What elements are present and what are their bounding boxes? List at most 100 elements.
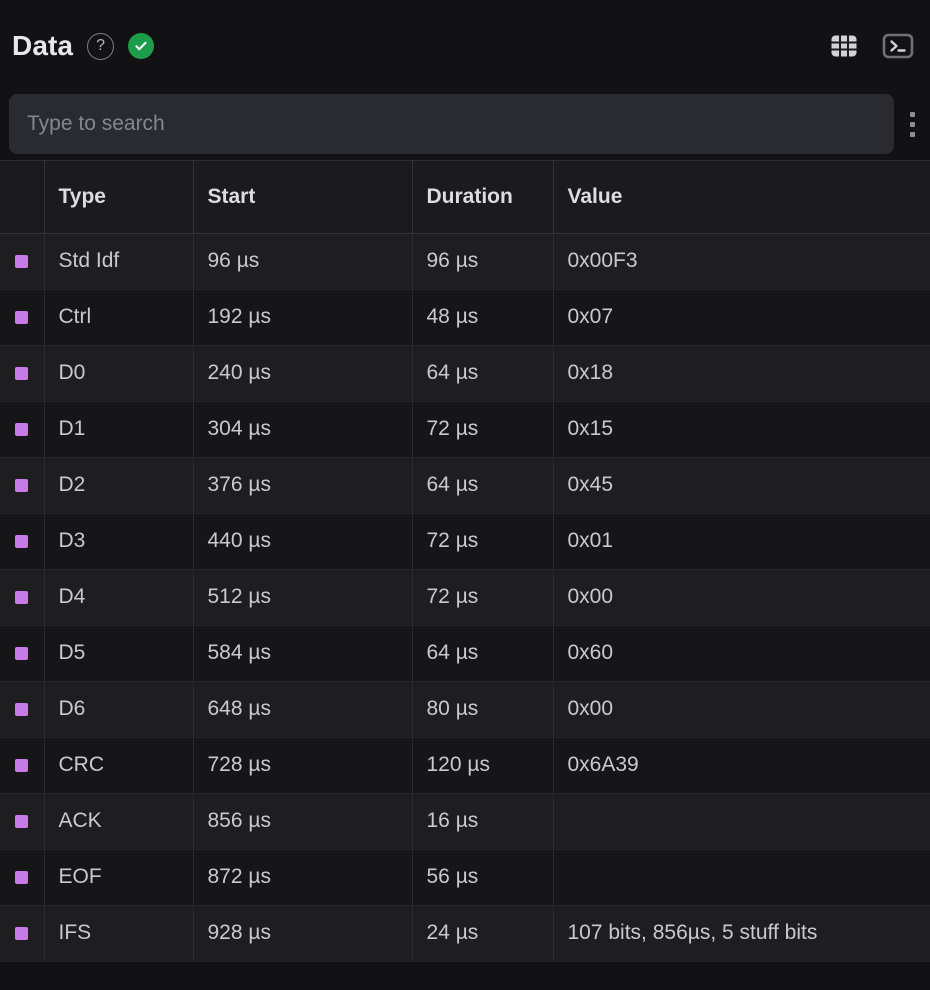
cell-duration: 56 µs [412,849,554,906]
search-input[interactable] [9,94,894,154]
cell-value: 0x45 [553,457,930,514]
column-header-start[interactable]: Start [193,161,413,234]
row-marker-cell [0,345,45,402]
table-body: Std Idf 96 µs 96 µs 0x00F3 Ctrl 192 µs 48 µs 0x… [0,233,930,962]
cell-type: Ctrl [44,289,194,346]
table-row[interactable]: D3 440 µs 72 µs 0x01 [0,513,930,570]
table-row[interactable]: Ctrl 192 µs 48 µs 0x07 [0,289,930,346]
table-row[interactable]: D4 512 µs 72 µs 0x00 [0,569,930,626]
kebab-menu-icon[interactable] [894,94,930,154]
column-header-value[interactable]: Value [553,161,930,234]
panel-header: Data ? [0,0,930,92]
table-row[interactable]: D5 584 µs 64 µs 0x60 [0,625,930,682]
row-marker-icon [15,478,29,492]
cell-value: 0x6A39 [553,737,930,794]
cell-start: 872 µs [193,849,413,906]
cell-value: 107 bits, 856µs, 5 stuff bits [553,905,930,962]
help-circle-icon[interactable]: ? [87,32,115,60]
cell-type: CRC [44,737,194,794]
row-marker-cell [0,905,45,962]
row-marker-cell [0,625,45,682]
kebab-dot [909,111,915,117]
cell-type: D5 [44,625,194,682]
row-marker-icon [15,702,29,716]
cell-type: ACK [44,793,194,850]
column-header-marker[interactable] [0,161,45,234]
cell-value: 0x18 [553,345,930,402]
cell-start: 192 µs [193,289,413,346]
cell-duration: 72 µs [412,401,554,458]
cell-value: 0x07 [553,289,930,346]
cell-start: 928 µs [193,905,413,962]
row-marker-icon [15,366,29,380]
data-panel: Data ? Type to search Type Start Duratio… [0,0,930,990]
cell-value: 0x00F3 [553,233,930,290]
cell-type: EOF [44,849,194,906]
table-row[interactable]: D1 304 µs 72 µs 0x15 [0,401,930,458]
cell-type: D1 [44,401,194,458]
table-row[interactable]: D2 376 µs 64 µs 0x45 [0,457,930,514]
page-title: Data [12,30,74,61]
table-row[interactable]: EOF 872 µs 56 µs [0,849,930,906]
cell-type: D0 [44,345,194,402]
cell-type: D6 [44,681,194,738]
row-marker-icon [15,590,29,604]
cell-value: 0x00 [553,681,930,738]
table-row[interactable]: D0 240 µs 64 µs 0x18 [0,345,930,402]
row-marker-cell [0,513,45,570]
cell-start: 512 µs [193,569,413,626]
cell-duration: 120 µs [412,737,554,794]
cell-value [553,793,930,850]
terminal-icon[interactable] [879,28,917,64]
row-marker-icon [15,254,29,268]
table-row[interactable]: ACK 856 µs 16 µs [0,793,930,850]
row-marker-icon [15,870,29,884]
cell-start: 440 µs [193,513,413,570]
row-marker-cell [0,793,45,850]
cell-duration: 64 µs [412,625,554,682]
row-marker-cell [0,737,45,794]
cell-value: 0x60 [553,625,930,682]
row-marker-cell [0,289,45,346]
cell-duration: 72 µs [412,513,554,570]
row-marker-cell [0,849,45,906]
cell-type: IFS [44,905,194,962]
data-table-container[interactable]: Type Start Duration Value Std Idf 96 µs 96… [0,160,930,990]
table-header: Type Start Duration Value [0,161,930,234]
row-marker-icon [15,814,29,828]
row-marker-cell [0,681,45,738]
cell-value: 0x15 [553,401,930,458]
table-row[interactable]: Std Idf 96 µs 96 µs 0x00F3 [0,233,930,290]
cell-type: D4 [44,569,194,626]
row-marker-icon [15,310,29,324]
cell-start: 240 µs [193,345,413,402]
kebab-dot [909,121,915,127]
cell-value [553,849,930,906]
table-row[interactable]: CRC 728 µs 120 µs 0x6A39 [0,737,930,794]
table-row[interactable]: D6 648 µs 80 µs 0x00 [0,681,930,738]
cell-start: 856 µs [193,793,413,850]
table-header-row: Type Start Duration Value [0,161,930,234]
title-group: Data ? [12,30,155,61]
cell-duration: 24 µs [412,905,554,962]
table-view-icon[interactable] [825,28,863,64]
row-marker-cell [0,569,45,626]
cell-start: 304 µs [193,401,413,458]
cell-duration: 96 µs [412,233,554,290]
cell-value: 0x00 [553,569,930,626]
column-header-duration[interactable]: Duration [412,161,554,234]
row-marker-icon [15,646,29,660]
header-actions [825,28,917,64]
cell-value: 0x01 [553,513,930,570]
search-row [0,88,930,160]
row-marker-icon [15,534,29,548]
cell-duration: 64 µs [412,345,554,402]
check-circle-icon [128,33,155,59]
cell-duration: 64 µs [412,457,554,514]
cell-duration: 48 µs [412,289,554,346]
cell-duration: 16 µs [412,793,554,850]
table-row[interactable]: IFS 928 µs 24 µs 107 bits, 856µs, 5 stuff b… [0,905,930,962]
cell-duration: 80 µs [412,681,554,738]
column-header-type[interactable]: Type [44,161,194,234]
row-marker-icon [15,758,29,772]
